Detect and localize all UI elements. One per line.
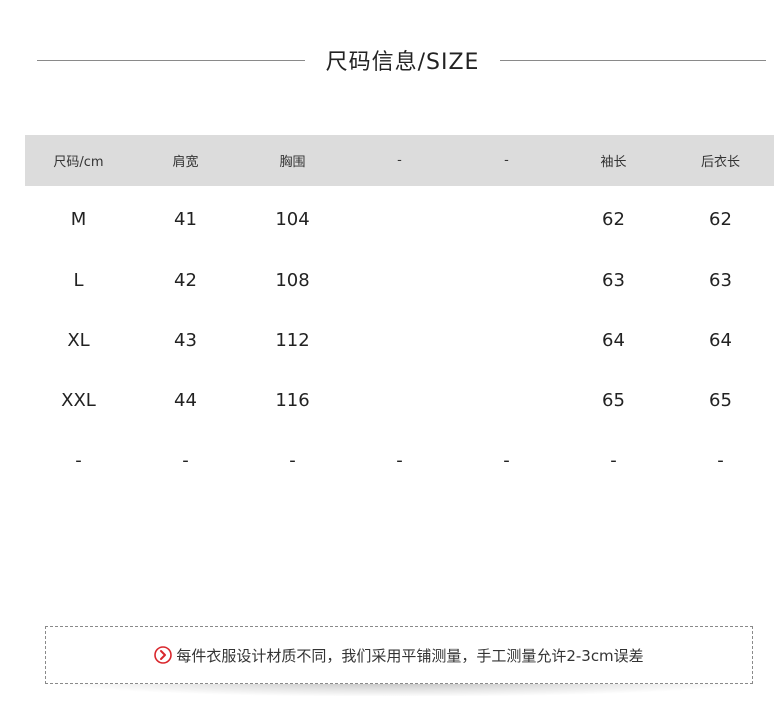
measurement-note: 每件衣服设计材质不同，我们采用平铺测量，手工测量允许2-3cm误差: [46, 627, 752, 683]
table-cell: 65: [709, 389, 732, 411]
table-cell: M: [70, 208, 87, 230]
header-cell: 后衣长: [700, 155, 740, 170]
table-row: XL 43 112 64 64: [25, 310, 774, 370]
table-cell: XXL: [61, 389, 96, 411]
table-row: XXL 44 116 65 65: [25, 370, 774, 430]
header-cell: -: [397, 153, 402, 168]
table-cell: -: [182, 449, 189, 471]
table-cell: 116: [275, 389, 310, 411]
table-cell: 64: [602, 329, 625, 351]
table-cell: 65: [602, 389, 625, 411]
header-cell: -: [504, 153, 509, 168]
table-cell: -: [75, 449, 82, 471]
page-title: 尺码信息/SIZE: [325, 50, 480, 75]
header-cell: 尺码/cm: [53, 155, 104, 170]
table-cell: 62: [602, 208, 625, 230]
measurement-note-box: 每件衣服设计材质不同，我们采用平铺测量，手工测量允许2-3cm误差: [45, 626, 753, 684]
header-cell: 胸围: [279, 155, 306, 170]
header-cell: 袖长: [600, 155, 627, 170]
table-cell: L: [73, 269, 84, 291]
table-cell: 42: [174, 269, 197, 291]
table-cell: 64: [709, 329, 732, 351]
table-cell: -: [610, 449, 617, 471]
table-cell: 108: [275, 269, 310, 291]
table-cell: 62: [709, 208, 732, 230]
table-cell: 112: [275, 329, 310, 351]
table-cell: -: [503, 449, 510, 471]
table-cell: 104: [275, 208, 310, 230]
section-title-row: 尺码信息/SIZE: [0, 38, 776, 82]
table-row: M 41 104 62 62: [25, 188, 774, 250]
table-cell: XL: [67, 329, 90, 351]
table-cell: -: [289, 449, 296, 471]
table-header: 尺码/cm 肩宽 胸围 - - 袖长 后衣长: [25, 135, 774, 186]
table-cell: 44: [174, 389, 197, 411]
table-cell: -: [717, 449, 724, 471]
title-divider-left: [37, 60, 305, 61]
table-cell: 63: [602, 269, 625, 291]
table-row: - - - - - - -: [25, 430, 774, 490]
table-cell: 41: [174, 208, 197, 230]
note-text: 每件衣服设计材质不同，我们采用平铺测量，手工测量允许2-3cm误差: [176, 646, 644, 665]
table-body: M 41 104 62 62 L 42 108 63 63 XL 43 112 …: [25, 186, 774, 490]
size-table: 尺码/cm 肩宽 胸围 - - 袖长 后衣长 M 41 104 62 62 L …: [25, 135, 774, 490]
header-cell: 肩宽: [172, 155, 199, 170]
chevron-right-circle-icon: [154, 646, 173, 664]
table-cell: 63: [709, 269, 732, 291]
table-row: L 42 108 63 63: [25, 250, 774, 310]
table-cell: -: [396, 449, 403, 471]
title-divider-right: [500, 60, 766, 61]
table-cell: 43: [174, 329, 197, 351]
